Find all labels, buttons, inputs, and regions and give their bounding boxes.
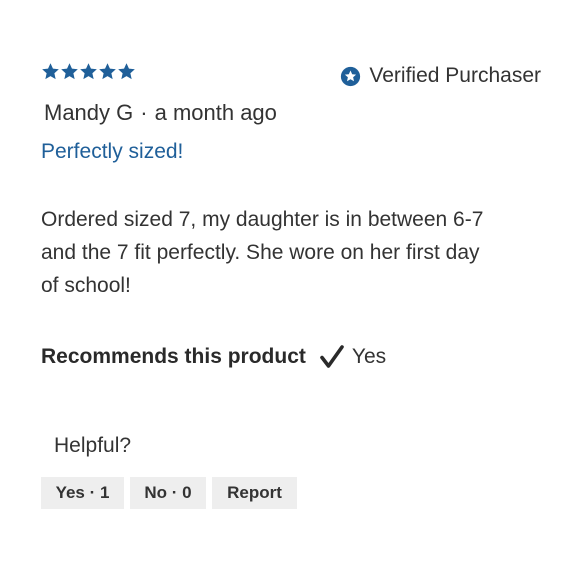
review-card: Verified Purchaser Mandy G · a month ago P… <box>0 0 580 580</box>
star-icon <box>117 62 136 81</box>
helpful-vote-row: Yes · 1 No · 0 Report <box>41 477 297 509</box>
report-button[interactable]: Report <box>212 477 297 509</box>
review-date: a month ago <box>154 100 277 125</box>
recommend-value: Yes <box>351 345 387 368</box>
separator: · <box>140 100 148 125</box>
verified-label: Verified Purchaser <box>369 64 541 87</box>
author-line: Mandy G · a month ago <box>44 100 277 126</box>
recommend-row: Recommends this product Yes <box>41 344 386 370</box>
star-icon <box>60 62 79 81</box>
review-title: Perfectly sized! <box>41 140 184 163</box>
helpful-label: Helpful? <box>54 434 132 457</box>
review-body: Ordered sized 7, my daughter is in betwe… <box>41 208 484 297</box>
rating-row: Verified Purchaser <box>41 60 541 90</box>
checkmark-icon <box>306 344 352 370</box>
star-icon <box>79 62 98 81</box>
recommend-label: Recommends this product <box>41 345 306 368</box>
star-badge-icon <box>340 66 369 87</box>
verified-purchaser-badge: Verified Purchaser <box>340 64 541 88</box>
helpful-yes-button[interactable]: Yes · 1 <box>41 477 124 509</box>
star-rating <box>41 62 136 81</box>
star-icon <box>41 62 60 81</box>
author-name: Mandy G <box>44 100 134 125</box>
helpful-no-button[interactable]: No · 0 <box>130 477 206 509</box>
star-icon <box>98 62 117 81</box>
